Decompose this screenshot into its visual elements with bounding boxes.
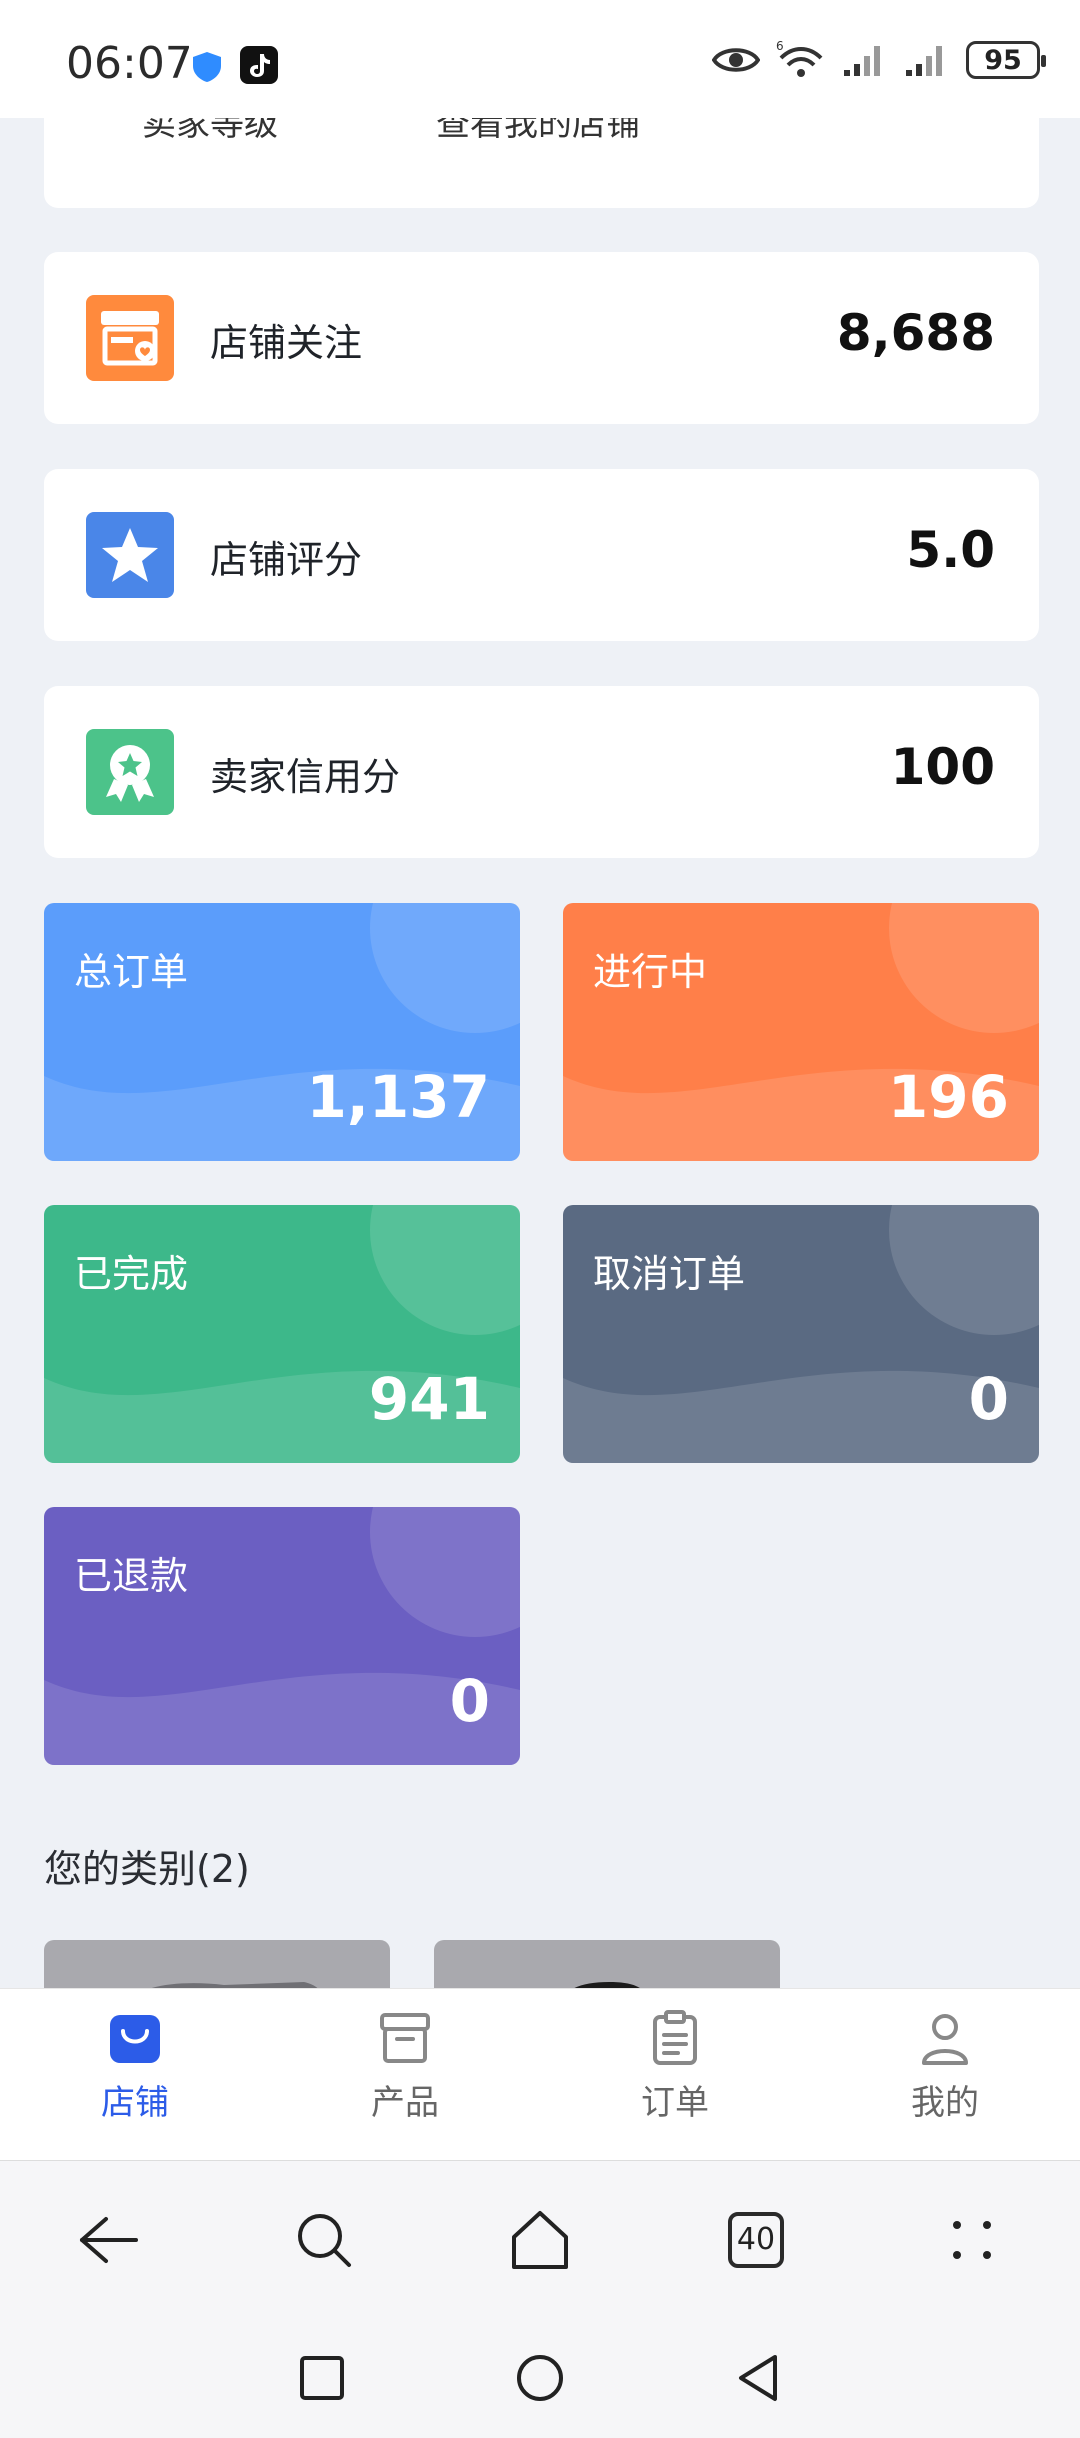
tabs-button[interactable]: 40 — [721, 2205, 791, 2275]
store-rating-card[interactable]: 店铺评分 5.0 — [44, 469, 1039, 641]
tabs-count: 40 — [728, 2211, 784, 2268]
in-progress-tile[interactable]: 进行中 196 — [563, 903, 1039, 1161]
more-menu-button[interactable] — [937, 2205, 1007, 2275]
refunded-label: 已退款 — [74, 1554, 189, 1598]
signal-1-icon — [844, 46, 880, 76]
tab-orders[interactable]: 订单 — [540, 1989, 810, 2160]
wave-decoration — [563, 1370, 1039, 1463]
tab-products-label: 产品 — [371, 2083, 439, 2123]
seller-credit-value: 100 — [890, 738, 995, 796]
completed-tile[interactable]: 已完成 941 — [44, 1205, 520, 1463]
in-progress-value: 196 — [887, 1063, 1009, 1131]
search-icon — [298, 2213, 351, 2267]
search-button[interactable] — [289, 2205, 359, 2275]
store-followers-label: 店铺关注 — [210, 321, 363, 365]
battery-level: 95 — [984, 44, 1022, 76]
total-orders-tile[interactable]: 总订单 1,137 — [44, 903, 520, 1161]
total-orders-value: 1,137 — [306, 1063, 490, 1131]
clipboard-list-icon — [653, 2010, 697, 2065]
cancelled-orders-value: 0 — [968, 1365, 1009, 1433]
view-my-store-link[interactable]: 查看我的店铺 — [436, 118, 640, 145]
cancelled-orders-label: 取消订单 — [593, 1252, 746, 1296]
status-icons: 6 95 — [712, 40, 1046, 80]
recents-square-icon[interactable] — [299, 2355, 345, 2401]
store-dashboard: 卖家等级 查看我的店铺 店铺关注 8,688 店铺评分 5.0 卖家信用分 10… — [0, 118, 1080, 1988]
home-circle-icon[interactable] — [515, 2353, 565, 2403]
tile-decoration — [370, 903, 520, 1033]
tab-store[interactable]: 店铺 — [0, 1989, 270, 2160]
back-triangle-icon[interactable] — [735, 2353, 781, 2403]
refunded-value: 0 — [449, 1667, 490, 1735]
category-item[interactable] — [434, 1940, 780, 1988]
refunded-tile[interactable]: 已退款 0 — [44, 1507, 520, 1765]
category-item[interactable] — [44, 1940, 390, 1988]
dots-grid-icon — [953, 2220, 991, 2259]
eye-icon — [712, 48, 760, 72]
seller-credit-card[interactable]: 卖家信用分 100 — [44, 686, 1039, 858]
wifi-icon: 6 — [776, 40, 823, 77]
cancelled-orders-tile[interactable]: 取消订单 0 — [563, 1205, 1039, 1463]
store-rating-value: 5.0 — [906, 521, 995, 579]
arrow-left-icon — [80, 2216, 138, 2263]
in-progress-label: 进行中 — [593, 950, 708, 994]
shopping-bag-icon — [110, 2015, 160, 2063]
store-heart-icon — [86, 295, 174, 381]
tile-decoration — [889, 1205, 1039, 1335]
tab-me-label: 我的 — [911, 2083, 979, 2123]
tiktok-app-icon — [240, 46, 278, 84]
status-time: 06:07 — [66, 38, 193, 89]
user-icon — [922, 2014, 968, 2065]
product-image — [151, 1982, 318, 1988]
star-icon — [86, 512, 174, 598]
status-bar: 06:07 6 95 — [0, 0, 1080, 118]
battery-indicator: 95 — [966, 41, 1046, 79]
store-followers-card[interactable]: 店铺关注 8,688 — [44, 252, 1039, 424]
tile-decoration — [370, 1507, 520, 1637]
browser-toolbar: 40 — [0, 2160, 1080, 2318]
wave-decoration — [44, 1672, 520, 1765]
tab-store-label: 店铺 — [101, 2083, 169, 2123]
archive-box-icon — [380, 2013, 430, 2063]
signal-2-icon — [906, 46, 942, 76]
tab-products[interactable]: 产品 — [270, 1989, 540, 2160]
home-button[interactable] — [505, 2205, 575, 2275]
tab-orders-label: 订单 — [641, 2083, 709, 2123]
total-orders-label: 总订单 — [74, 950, 189, 994]
categories-title: 您的类别(2) — [44, 1847, 250, 1891]
bottom-tab-bar: 店铺 产品 订单 我的 — [0, 1988, 1080, 2160]
award-ribbon-icon — [86, 729, 174, 815]
store-rating-label: 店铺评分 — [210, 538, 363, 582]
seller-level-card[interactable]: 卖家等级 查看我的店铺 — [44, 118, 1039, 208]
back-button[interactable] — [73, 2205, 143, 2275]
tile-decoration — [889, 903, 1039, 1033]
network-tag: 6 — [776, 40, 784, 53]
system-navigation-bar — [0, 2318, 1080, 2438]
tile-decoration — [370, 1205, 520, 1335]
home-icon — [512, 2210, 568, 2269]
seller-level-label: 卖家等级 — [142, 118, 278, 144]
shield-icon — [193, 52, 221, 82]
completed-label: 已完成 — [74, 1252, 189, 1296]
completed-value: 941 — [368, 1365, 490, 1433]
seller-credit-label: 卖家信用分 — [210, 755, 401, 799]
tab-me[interactable]: 我的 — [810, 1989, 1080, 2160]
store-followers-value: 8,688 — [836, 304, 995, 362]
product-image — [574, 1982, 640, 1988]
